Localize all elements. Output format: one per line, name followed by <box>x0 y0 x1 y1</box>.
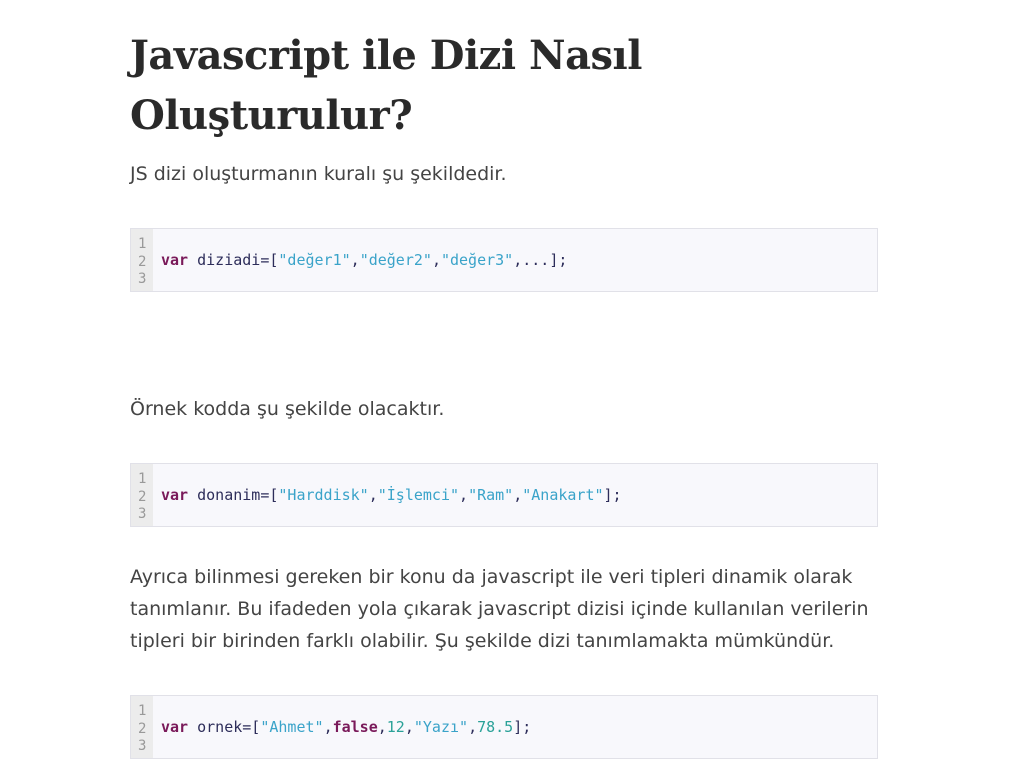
article-content: Javascript ile Dizi Nasıl Oluşturulur? J… <box>130 0 880 759</box>
code-punct: ]; <box>603 486 622 504</box>
code-line[interactable]: var donanim=["Harddisk","İşlemci","Ram",… <box>153 486 622 504</box>
code-identifier: donanim=[ <box>188 486 279 504</box>
code-punct: , <box>323 718 333 736</box>
code-keyword: var <box>161 486 189 504</box>
code-punct: , <box>513 486 523 504</box>
code-block-mixed-types: 1 2 3 var ornek=["Ahmet",false,12,"Yazı"… <box>130 695 878 759</box>
line-number: 1 <box>138 471 147 487</box>
line-number: 2 <box>138 488 147 505</box>
example-paragraph: Örnek kodda şu şekilde olacaktır. <box>130 398 445 420</box>
code-punct: , <box>350 251 360 269</box>
line-number: 1 <box>138 703 147 719</box>
intro-paragraph: JS dizi oluşturmanın kuralı şu şekildedi… <box>130 163 507 185</box>
code-punct: , <box>468 718 478 736</box>
code-keyword: var <box>161 718 189 736</box>
code-block-example: 1 2 3 var donanim=["Harddisk","İşlemci",… <box>130 463 878 527</box>
explanation-paragraph: Ayrıca bilinmesi gereken bir konu da jav… <box>130 566 869 652</box>
code-string: "değer1" <box>278 251 351 269</box>
code-punct: , <box>459 486 469 504</box>
code-string: "Anakart" <box>522 486 604 504</box>
code-punct: ]; <box>513 718 532 736</box>
code-string: "İşlemci" <box>377 486 460 504</box>
line-number: 2 <box>138 720 147 737</box>
code-line[interactable]: var ornek=["Ahmet",false,12,"Yazı",78.5]… <box>153 718 531 736</box>
code-punct: ,...]; <box>513 251 568 269</box>
code-punct: , <box>377 718 387 736</box>
code-string: "değer2" <box>359 251 432 269</box>
code-punct: , <box>368 486 378 504</box>
line-number: 1 <box>138 236 147 252</box>
line-number-gutter: 1 2 3 <box>131 229 153 291</box>
article-title: Javascript ile Dizi Nasıl Oluşturulur? <box>130 32 642 139</box>
code-keyword: false <box>332 718 378 736</box>
code-number: 12 <box>386 718 405 736</box>
code-line[interactable]: var diziadi=["değer1","değer2","değer3",… <box>153 251 567 269</box>
line-number: 3 <box>138 271 147 287</box>
line-number-gutter: 1 2 3 <box>131 696 153 758</box>
code-string: "değer3" <box>440 251 514 269</box>
line-number: 3 <box>138 738 147 754</box>
line-number-gutter: 1 2 3 <box>131 464 153 526</box>
code-keyword: var <box>161 251 189 269</box>
code-identifier: diziadi=[ <box>188 251 279 269</box>
code-number: 78.5 <box>477 718 514 736</box>
code-string: "Ram" <box>468 486 514 504</box>
code-block-syntax: 1 2 3 var diziadi=["değer1","değer2","de… <box>130 228 878 292</box>
code-punct: , <box>404 718 414 736</box>
code-identifier: ornek=[ <box>188 718 261 736</box>
line-number: 2 <box>138 253 147 270</box>
code-string: "Yazı" <box>413 718 469 736</box>
code-string: "Ahmet" <box>260 718 324 736</box>
line-number: 3 <box>138 506 147 522</box>
code-string: "Harddisk" <box>278 486 369 504</box>
code-punct: , <box>431 251 441 269</box>
